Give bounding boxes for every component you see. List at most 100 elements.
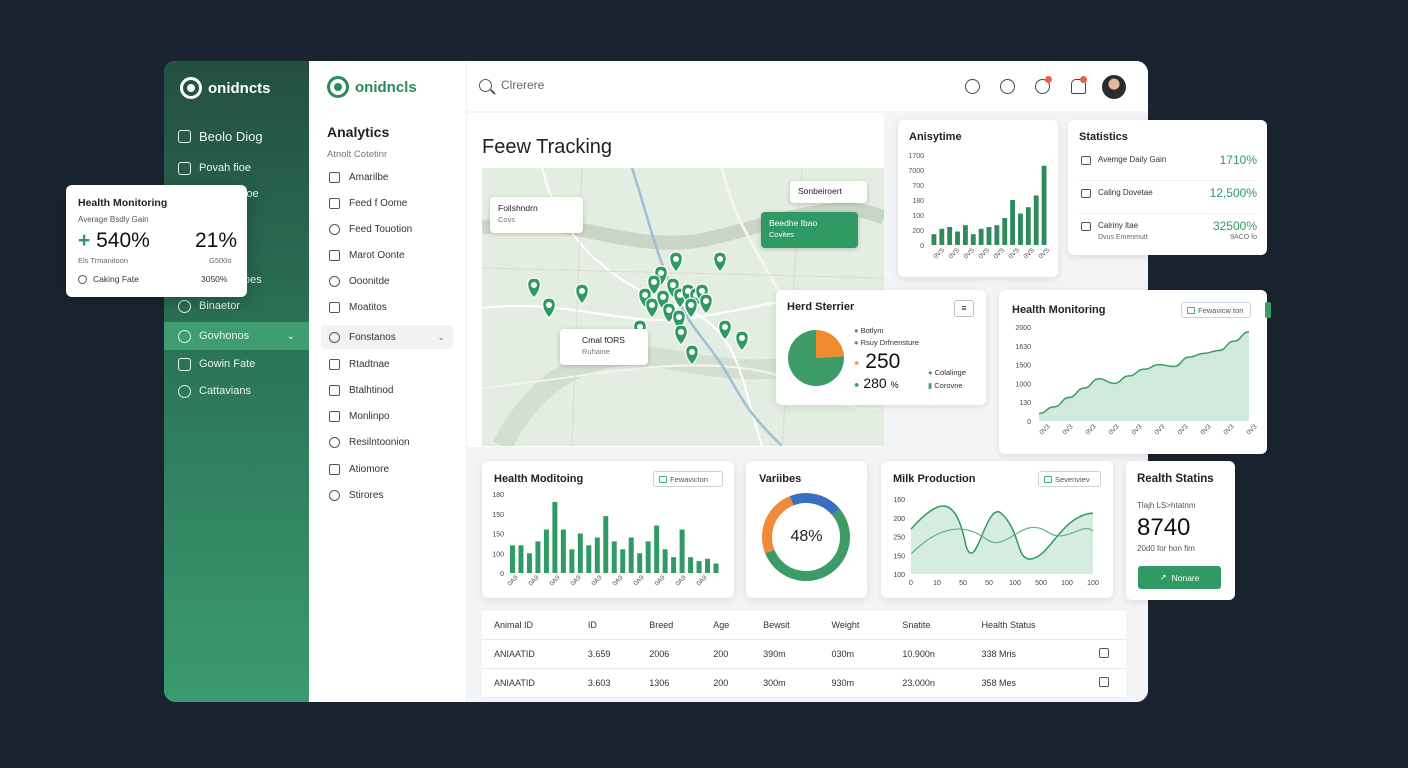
button-label: Nonare bbox=[1171, 572, 1200, 583]
nav-item[interactable]: Atiomore bbox=[321, 457, 453, 481]
x-tick-label: 0V3 bbox=[1153, 423, 1166, 436]
realth-sub: Tlajh LS>htatnm bbox=[1137, 501, 1196, 510]
map-tag-bottom[interactable]: Cmal fORS Ruhaine bbox=[560, 329, 648, 365]
map-pin-dot bbox=[703, 298, 709, 304]
chart-icon bbox=[178, 161, 191, 175]
column-header[interactable]: Health Status bbox=[969, 611, 1087, 640]
y-tick-label: 1500 bbox=[1015, 363, 1031, 370]
map-pin-dot bbox=[660, 294, 666, 300]
nonare-button[interactable]: ↗ Nonare bbox=[1138, 566, 1221, 589]
y-tick-label: 250 bbox=[893, 535, 905, 542]
bar bbox=[688, 557, 694, 573]
herd-legend: ● Botlym ● Rsuy Drfnensture bbox=[854, 325, 919, 349]
nav-item[interactable]: Btalhtinod bbox=[321, 378, 453, 402]
column-header[interactable]: Snatite bbox=[890, 611, 970, 640]
map-tag-right[interactable]: Sonbeiroert bbox=[790, 181, 867, 203]
x-tick-label: 0A9 bbox=[527, 574, 540, 587]
map-pin-dot bbox=[642, 292, 648, 298]
anisytime-chart: 1700700070018010020000VS 0VS 0VS 0VS 0VS 0VS 0… bbox=[908, 153, 1051, 260]
map-tag-sub: Ruhaine bbox=[582, 347, 610, 356]
herd-card: Herd Sterrier ≡ ● Botlym ● Rsuy Drfnenst… bbox=[776, 290, 986, 405]
column-header[interactable]: Bewsit bbox=[751, 611, 820, 640]
map-tag-title: Foilshndrn bbox=[498, 203, 538, 213]
table-row[interactable]: ANIAATID 3.603 1306 200 300m 930m 23.000n 358 M… bbox=[482, 668, 1126, 698]
x-tick-label: 500 bbox=[1035, 580, 1047, 587]
sidebar-item-govhonos[interactable]: Govhonos ⌄ bbox=[164, 322, 309, 350]
home-icon[interactable] bbox=[965, 79, 980, 94]
map-pin-dot bbox=[546, 302, 552, 308]
y-tick-label: 1700 bbox=[908, 153, 924, 160]
stat-row[interactable]: Caling Dovetae 12,500% bbox=[1079, 186, 1257, 214]
message-icon[interactable] bbox=[1000, 79, 1015, 94]
nav-item-icon bbox=[329, 301, 340, 313]
bar bbox=[671, 557, 677, 573]
column-header[interactable] bbox=[1086, 611, 1126, 640]
sidebar-item-povah[interactable]: Povah fioe bbox=[164, 155, 309, 181]
nav-item[interactable]: Marot Oonte bbox=[321, 243, 453, 267]
arrow-icon: ↗ bbox=[1159, 572, 1167, 582]
table-cell: 930m bbox=[819, 668, 891, 698]
card-sub: Average Bsdly Gain bbox=[78, 215, 149, 224]
nav-item[interactable]: Feed f Oome bbox=[321, 191, 453, 215]
x-tick-label: 10 bbox=[933, 580, 941, 587]
nav-item[interactable]: Monlinpo bbox=[321, 404, 453, 428]
edit-icon[interactable] bbox=[1098, 676, 1109, 687]
map-pin-dot bbox=[688, 302, 694, 308]
avatar[interactable] bbox=[1102, 75, 1126, 99]
sidebar-item-dashboard[interactable]: Beolo Diog bbox=[164, 123, 309, 149]
card-sub: Els Trmanitoon bbox=[78, 256, 129, 265]
table-cell: 200 bbox=[701, 639, 752, 669]
row-value: 3050% bbox=[201, 274, 228, 284]
bar bbox=[962, 225, 968, 245]
table-row[interactable]: ANIAATID 3.659 2006 200 390m 030m 10.900n 338 M… bbox=[482, 639, 1126, 669]
nav-item-icon bbox=[329, 171, 340, 183]
animal-table: Animal ID ID Breed Age Bewsit Weight Snatite He… bbox=[482, 611, 1126, 698]
nav-item-label: Rtadtnae bbox=[349, 358, 390, 370]
column-header[interactable]: Animal ID bbox=[482, 611, 576, 640]
nav-item[interactable]: Feed Touotion bbox=[321, 217, 453, 241]
column-header[interactable]: Breed bbox=[637, 611, 702, 640]
y-tick-label: 7000 bbox=[908, 168, 924, 175]
map-tag-title: Beedhe Ibao bbox=[769, 218, 818, 228]
nav-item[interactable]: Stirores bbox=[321, 483, 453, 507]
scroll-handle[interactable] bbox=[1265, 302, 1271, 318]
map-tag-location[interactable]: Foilshndrn Covs bbox=[490, 197, 583, 233]
nav-item[interactable]: Rtadtnae bbox=[321, 352, 453, 376]
y-tick-label: 200 bbox=[893, 516, 905, 523]
nav-brand[interactable]: onidncls bbox=[327, 76, 417, 98]
search-bar[interactable]: Clrerere bbox=[479, 78, 544, 92]
menu-button[interactable]: ≡ bbox=[954, 300, 974, 317]
legend-label: Corovne bbox=[934, 381, 963, 390]
table-cell: 3.659 bbox=[575, 639, 638, 669]
x-tick-label: 0A9 bbox=[569, 574, 582, 587]
nav-item[interactable]: Fonstanos ⌄ bbox=[321, 325, 453, 349]
table-cell: 030m bbox=[819, 639, 891, 669]
bar bbox=[637, 553, 643, 573]
stat-row[interactable]: Calriny ltae Dvus Emenmutt 32500% 9ACO f… bbox=[1079, 219, 1257, 247]
x-tick-label: 0V3 bbox=[1199, 423, 1212, 436]
search-input[interactable]: Clrerere bbox=[501, 78, 544, 92]
stat-row[interactable]: Avemge Daily Gain 1710% bbox=[1079, 153, 1257, 181]
nav-item[interactable]: Ooonitde bbox=[321, 269, 453, 293]
statistics-card: Statistics Avemge Daily Gain 1710% Calin… bbox=[1068, 120, 1267, 255]
edit-icon[interactable] bbox=[1098, 647, 1109, 658]
column-header[interactable]: ID bbox=[575, 611, 638, 640]
column-header[interactable]: Weight bbox=[819, 611, 891, 640]
column-header[interactable]: Age bbox=[701, 611, 752, 640]
nav-item[interactable]: Amarilbe bbox=[321, 165, 453, 189]
sidebar-item-gowin-fate[interactable]: Gowin Fate bbox=[164, 351, 309, 377]
sidebar-item-cattavians[interactable]: Cattavians bbox=[164, 378, 309, 404]
legend-item: ▮ Corovne bbox=[928, 381, 963, 390]
stat-value: 1710% bbox=[1219, 153, 1257, 167]
legend-label: Colalinge bbox=[934, 368, 966, 377]
nav-item-icon bbox=[329, 275, 340, 287]
bar bbox=[696, 561, 702, 573]
bar bbox=[986, 227, 992, 245]
nav-item[interactable]: Resilntoonion bbox=[321, 430, 453, 454]
map-tag-green[interactable]: Beedhe Ibao Covites bbox=[761, 212, 858, 248]
nav-item[interactable]: Moatitos bbox=[321, 295, 453, 319]
sidebar-item-label: Govhonos bbox=[199, 330, 250, 342]
table-cell: 3.603 bbox=[575, 668, 638, 698]
sidebar-brand[interactable]: onidncts bbox=[180, 77, 271, 99]
bar bbox=[543, 529, 549, 573]
